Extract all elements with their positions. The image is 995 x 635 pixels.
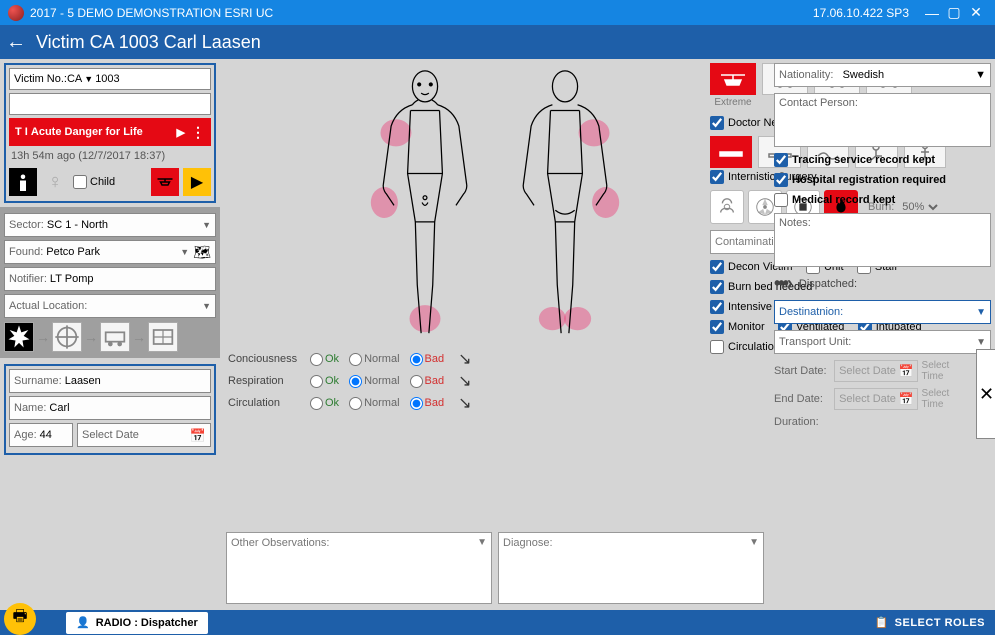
titlebar: 2017 - 5 DEMO DEMONSTRATION ESRI UC 17.0… bbox=[0, 0, 995, 25]
back-button[interactable]: ← bbox=[6, 31, 26, 54]
observations-field[interactable]: Other Observations:▼ bbox=[226, 532, 492, 604]
current-role-chip[interactable]: 👤 RADIO : Dispatcher bbox=[66, 612, 208, 634]
respiration-ok[interactable]: Ok bbox=[310, 375, 339, 388]
duration-row: Duration: bbox=[774, 416, 991, 428]
page-header: ← Victim CA 1003 Carl Laasen bbox=[0, 25, 995, 59]
notifier-field[interactable]: Notifier: LT Pomp bbox=[4, 267, 216, 291]
position-lying-button[interactable] bbox=[710, 136, 752, 168]
sector-field[interactable]: Sector: SC 1 - North ▼ bbox=[4, 213, 216, 237]
transport-unit-select[interactable]: Transport Unit:▼ bbox=[774, 330, 991, 354]
end-time-link[interactable]: Select Time bbox=[922, 388, 973, 410]
medical-rec-checkbox[interactable]: Medical record kept bbox=[774, 193, 991, 207]
location-vehicle-icon[interactable] bbox=[100, 322, 130, 352]
consciousness-ok[interactable]: Ok bbox=[310, 353, 339, 366]
close-button[interactable]: ✕ bbox=[965, 4, 987, 21]
respiration-normal[interactable]: Normal bbox=[349, 375, 399, 388]
print-button[interactable]: 🖶 bbox=[4, 603, 36, 635]
app-logo-icon bbox=[8, 5, 24, 21]
map-icon[interactable]: 🗺 bbox=[193, 244, 211, 261]
respiration-bad[interactable]: Bad bbox=[410, 375, 445, 388]
consciousness-normal[interactable]: Normal bbox=[349, 353, 399, 366]
hospital-reg-checkbox[interactable]: Hospital registration required bbox=[774, 173, 991, 187]
app-title: 2017 - 5 DEMO DEMONSTRATION ESRI UC bbox=[30, 6, 273, 20]
calendar-icon: 📅 bbox=[190, 428, 206, 444]
person-icon: 👤 bbox=[76, 616, 90, 629]
select-roles-button[interactable]: 📋 SELECT ROLES bbox=[874, 616, 985, 629]
victim-number-field[interactable]: Victim No.: CA ▼ 1003 bbox=[9, 68, 211, 90]
body-diagram[interactable] bbox=[226, 63, 764, 348]
biohazard-icon[interactable] bbox=[710, 190, 744, 224]
respiration-row: Respiration Ok Normal Bad ↘ bbox=[228, 370, 762, 392]
timestamp: 13h 54m ago (12/7/2017 18:37) bbox=[9, 146, 211, 166]
maximize-button[interactable]: ▢ bbox=[943, 4, 965, 21]
dispatched-row: •••› Dispatched: bbox=[774, 273, 991, 294]
circulation-bad[interactable]: Bad bbox=[410, 397, 445, 410]
trend-down-icon: ↘ bbox=[458, 349, 471, 369]
consciousness-bad[interactable]: Bad bbox=[410, 353, 445, 366]
clipboard-icon: 📋 bbox=[874, 616, 888, 629]
circulation-normal[interactable]: Normal bbox=[349, 397, 399, 410]
start-date-row: Start Date: Select Date📅 Select Time 🕐 bbox=[774, 360, 991, 382]
trend-down-icon: ↘ bbox=[458, 393, 471, 413]
forward-icon[interactable]: ▶ bbox=[183, 168, 211, 196]
page-title: Victim CA 1003 Carl Laasen bbox=[36, 32, 261, 53]
adult-female-icon[interactable]: ♀ bbox=[41, 168, 69, 196]
location-building-icon[interactable] bbox=[148, 322, 178, 352]
dropdown-icon: ▼ bbox=[84, 74, 93, 84]
footer-bar: 🖶 👤 RADIO : Dispatcher 📋 SELECT ROLES bbox=[0, 610, 995, 635]
body-back-icon bbox=[510, 67, 620, 338]
app-version: 17.06.10.422 SP3 bbox=[813, 6, 909, 20]
calendar-icon: 📅 bbox=[899, 392, 914, 406]
diagnose-field[interactable]: Diagnose:▼ bbox=[498, 532, 764, 604]
nationality-select[interactable]: Nationality: Swedish ▼ bbox=[774, 63, 991, 87]
end-date-row: End Date: Select Date📅 Select Time 🕐 bbox=[774, 388, 991, 410]
child-checkbox[interactable]: Child bbox=[73, 175, 115, 189]
blank-field[interactable] bbox=[9, 93, 211, 115]
contact-person-field[interactable]: Contact Person: bbox=[774, 93, 991, 147]
birthdate-field[interactable]: Select Date 📅 bbox=[77, 423, 211, 447]
location-target-icon[interactable] bbox=[52, 322, 82, 352]
calendar-icon: 📅 bbox=[899, 364, 914, 378]
dispatch-arrow-icon: •••› bbox=[774, 273, 791, 294]
minimize-button[interactable]: — bbox=[921, 5, 943, 21]
collapse-panel-button[interactable]: ✕ bbox=[976, 349, 995, 439]
circulation-row: Circulation Ok Normal Bad ↘ bbox=[228, 392, 762, 414]
triage-status-bar[interactable]: T I Acute Danger for Life ▶ ⋮ bbox=[9, 118, 211, 146]
trend-down-icon: ↘ bbox=[458, 371, 471, 391]
circulation-ok[interactable]: Ok bbox=[310, 397, 339, 410]
helicopter-icon[interactable] bbox=[151, 168, 179, 196]
transport-extreme-button[interactable] bbox=[710, 63, 756, 95]
age-field[interactable]: Age: 44 bbox=[9, 423, 73, 447]
name-field[interactable]: Name: Carl bbox=[9, 396, 211, 420]
destination-select[interactable]: Destinatnion:▼ bbox=[774, 300, 991, 324]
start-time-link[interactable]: Select Time bbox=[922, 360, 973, 382]
play-icon[interactable]: ▶ bbox=[177, 126, 185, 139]
consciousness-row: Conciousness Ok Normal Bad ↘ bbox=[228, 348, 762, 370]
location-explosion-icon[interactable] bbox=[4, 322, 34, 352]
found-field[interactable]: Found: Petco Park ▼ 🗺 bbox=[4, 240, 216, 264]
actual-location-field[interactable]: Actual Location: ▼ bbox=[4, 294, 216, 318]
end-date-input[interactable]: Select Date📅 bbox=[834, 388, 917, 410]
notes-field[interactable]: Notes: bbox=[774, 213, 991, 267]
surname-field[interactable]: Surname: Laasen bbox=[9, 369, 211, 393]
more-icon[interactable]: ⋮ bbox=[191, 128, 205, 136]
start-date-input[interactable]: Select Date📅 bbox=[834, 360, 917, 382]
monitor-checkbox[interactable]: Monitor bbox=[710, 320, 765, 334]
body-front-icon bbox=[370, 67, 480, 338]
tracing-checkbox[interactable]: Tracing service record kept bbox=[774, 153, 991, 167]
adult-male-icon[interactable] bbox=[9, 168, 37, 196]
